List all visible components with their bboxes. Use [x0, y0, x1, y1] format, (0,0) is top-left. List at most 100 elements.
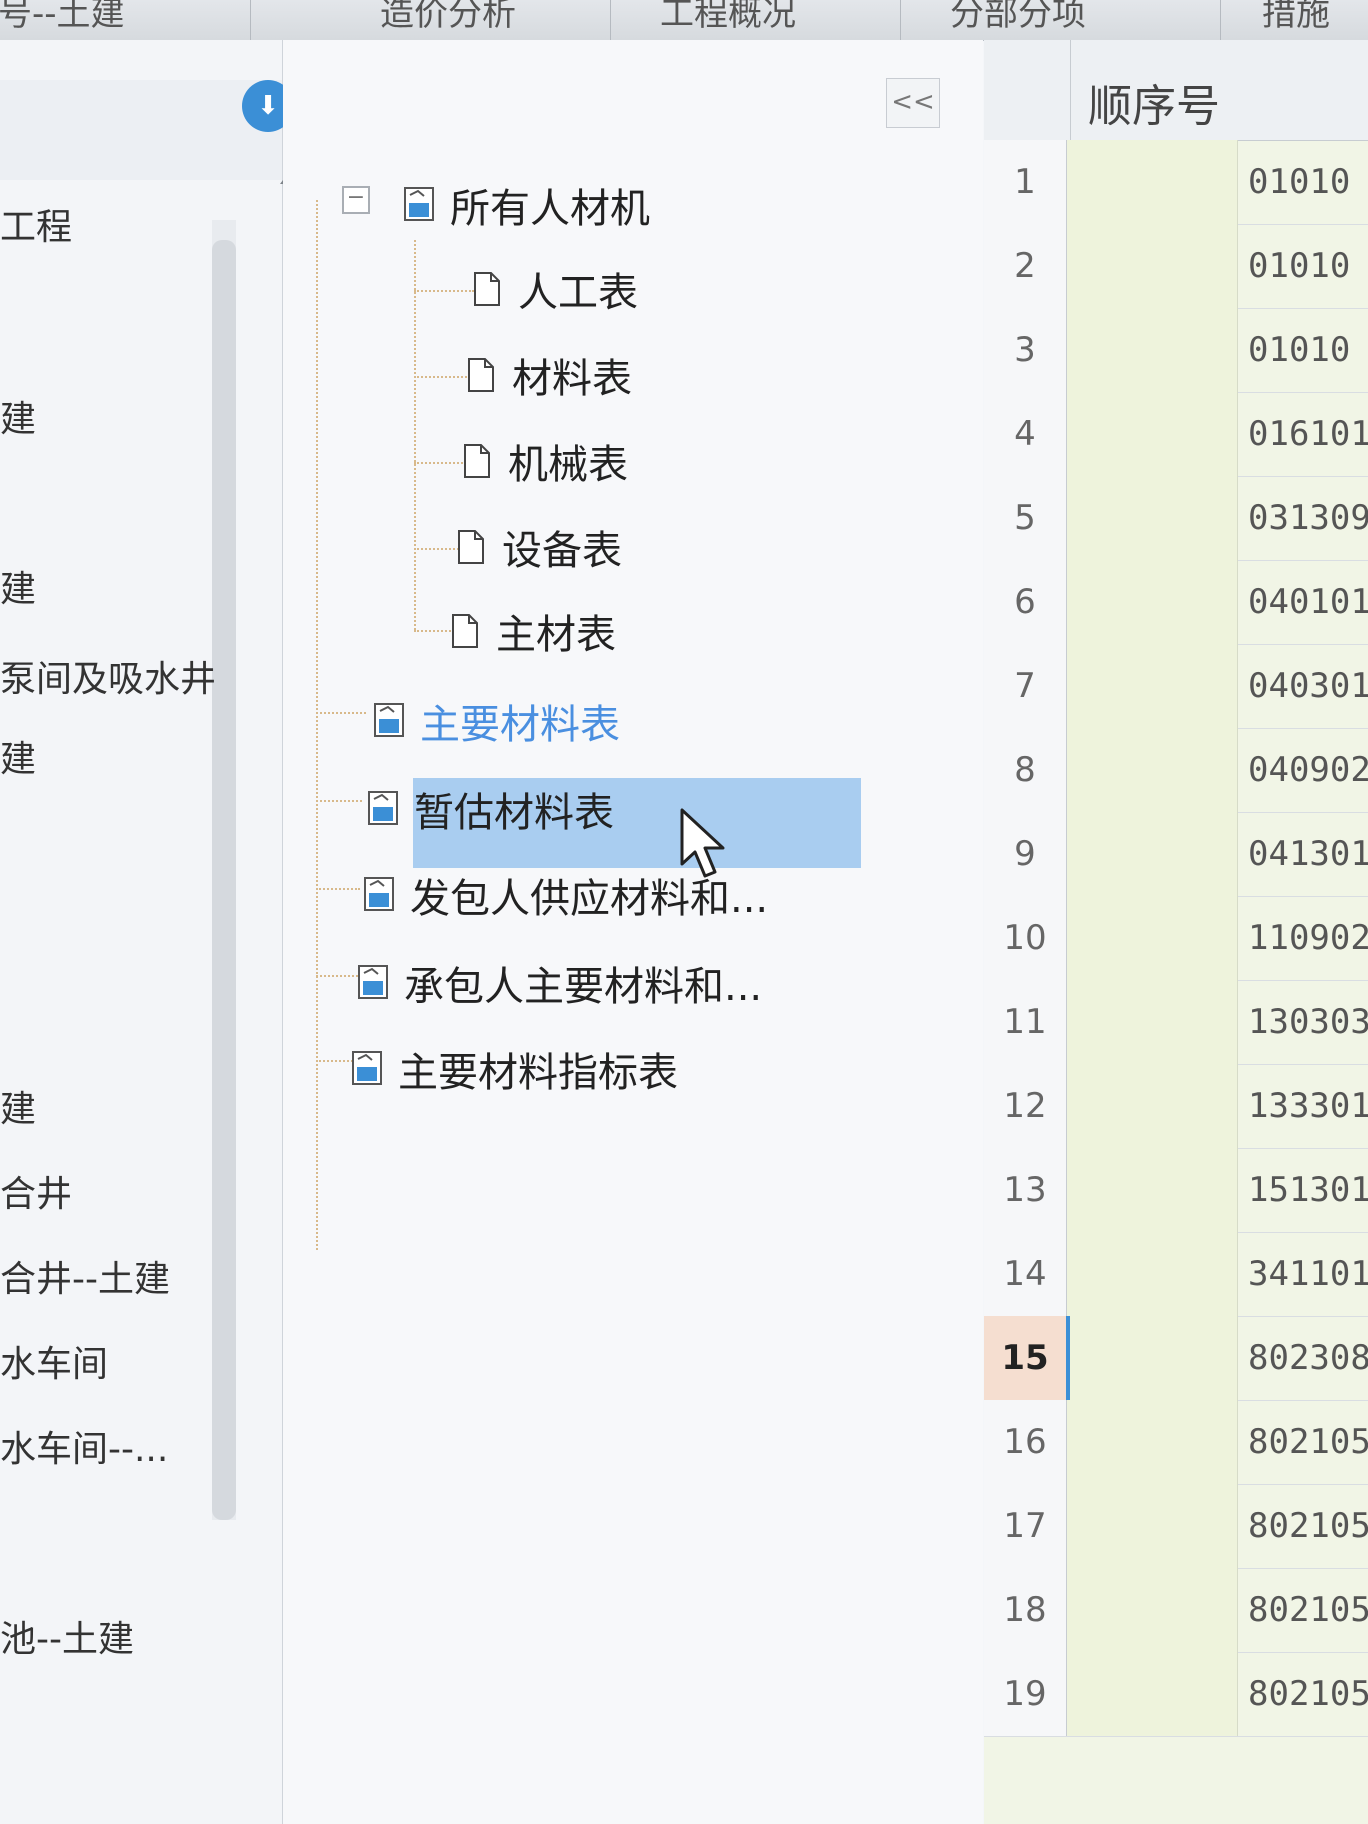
table-row[interactable]: 4 016101 — [984, 392, 1368, 477]
project-tree-item[interactable]: 合井--土建 — [0, 1250, 170, 1302]
sequence-cell[interactable] — [1067, 224, 1238, 308]
row-number-cell[interactable]: 13 — [984, 1148, 1067, 1232]
table-row[interactable]: 5 031309 — [984, 476, 1368, 561]
row-number-cell[interactable]: 2 — [984, 224, 1067, 308]
tree-node-main-material-table[interactable]: 主材表 — [452, 602, 616, 662]
row-number-cell[interactable]: 3 — [984, 308, 1067, 392]
table-row[interactable]: 13 1513013 — [984, 1148, 1368, 1233]
project-tree-item[interactable]: 水车间--... — [0, 1420, 168, 1472]
table-row[interactable]: 9 0413014 — [984, 812, 1368, 897]
table-row[interactable]: 10 1109022 — [984, 896, 1368, 981]
table-row[interactable]: 2 01010 — [984, 224, 1368, 309]
sequence-cell[interactable] — [1067, 980, 1238, 1064]
table-row[interactable]: 6 040101 — [984, 560, 1368, 645]
sequence-cell[interactable] — [1067, 1232, 1238, 1316]
sequence-cell[interactable] — [1067, 1064, 1238, 1148]
code-cell[interactable]: 1303035 — [1248, 1002, 1368, 1042]
table-row[interactable]: 8 0409021 — [984, 728, 1368, 813]
code-cell[interactable]: 80210561@1 — [1248, 1674, 1368, 1714]
code-cell[interactable]: 0409021 — [1248, 750, 1368, 790]
tree-node-machinery-table[interactable]: 机械表 — [464, 432, 628, 492]
row-number-cell[interactable]: 4 — [984, 392, 1067, 476]
project-tree-scrollbar[interactable] — [212, 240, 236, 1520]
sequence-cell[interactable] — [1067, 728, 1238, 812]
row-number-cell[interactable]: 14 — [984, 1232, 1067, 1316]
tree-node-contractor-main-materials[interactable]: 承包人主要材料和... — [358, 954, 762, 1014]
sequence-cell[interactable] — [1067, 308, 1238, 392]
code-cell[interactable]: 1513013 — [1248, 1170, 1368, 1210]
code-cell[interactable]: 040101 — [1248, 582, 1368, 622]
sequence-cell[interactable] — [1067, 1652, 1238, 1736]
sequence-cell[interactable] — [1067, 1316, 1238, 1400]
sequence-cell[interactable] — [1067, 560, 1238, 644]
collapse-toggle-icon[interactable]: − — [342, 186, 370, 214]
project-tree-item[interactable]: 合井 — [0, 1165, 72, 1217]
sequence-cell[interactable] — [1067, 1400, 1238, 1484]
sequence-cell[interactable] — [1067, 392, 1238, 476]
code-cell[interactable]: 031309 — [1248, 498, 1368, 538]
tab-project[interactable]: 号--土建 — [0, 0, 125, 34]
row-number-cell[interactable]: 16 — [984, 1400, 1067, 1484]
sequence-cell[interactable] — [1067, 812, 1238, 896]
collapse-panel-button[interactable]: << — [886, 78, 940, 128]
row-number-cell[interactable]: 10 — [984, 896, 1067, 980]
code-cell[interactable]: 80210557 — [1248, 1506, 1368, 1546]
row-number-cell[interactable]: 1 — [984, 140, 1067, 224]
row-number-cell[interactable]: 11 — [984, 980, 1067, 1064]
tree-node-labor-table[interactable]: 人工表 — [474, 260, 638, 320]
row-number-cell[interactable]: 6 — [984, 560, 1067, 644]
code-cell[interactable]: 1109022 — [1248, 918, 1368, 958]
project-tree-item[interactable]: 建 — [0, 1080, 36, 1132]
tree-node-equipment-table[interactable]: 设备表 — [458, 518, 622, 578]
tab-cost-analysis[interactable]: 造价分析 — [380, 0, 516, 34]
project-tree-item[interactable]: 建 — [0, 560, 36, 612]
table-row[interactable]: 19 80210561@1 — [984, 1652, 1368, 1737]
sequence-cell[interactable] — [1067, 1148, 1238, 1232]
table-row[interactable]: 16 80210555 — [984, 1400, 1368, 1485]
code-cell[interactable]: 016101 — [1248, 414, 1368, 454]
table-row[interactable]: 15 80230811 — [984, 1316, 1368, 1401]
project-tree-item[interactable]: 水车间 — [0, 1335, 108, 1387]
row-number-cell[interactable]: 18 — [984, 1568, 1067, 1652]
row-number-cell[interactable]: 15 — [984, 1316, 1067, 1400]
code-cell[interactable]: 80210561 — [1248, 1590, 1368, 1630]
table-row[interactable]: 18 80210561 — [984, 1568, 1368, 1653]
tree-node-all-resources[interactable]: 所有人材机 — [404, 176, 650, 236]
table-row[interactable]: 3 01010 — [984, 308, 1368, 393]
project-tree-item[interactable]: 池--土建 — [0, 1610, 134, 1662]
row-number-cell[interactable]: 19 — [984, 1652, 1067, 1736]
tree-node-provisional-material-table[interactable]: 暂估材料表 — [368, 780, 614, 840]
table-row[interactable]: 11 1303035 — [984, 980, 1368, 1065]
code-cell[interactable]: 0413014 — [1248, 834, 1368, 874]
project-tree-item[interactable]: 建 — [0, 730, 36, 782]
row-number-cell[interactable]: 8 — [984, 728, 1067, 812]
code-cell[interactable]: 1333010 — [1248, 1086, 1368, 1126]
table-row[interactable]: 1 01010 — [984, 140, 1368, 225]
column-header-sequence[interactable]: 顺序号 — [1088, 70, 1220, 134]
code-cell[interactable]: 34110117 — [1248, 1254, 1368, 1294]
table-row[interactable]: 12 1333010 — [984, 1064, 1368, 1149]
table-row[interactable]: 17 80210557 — [984, 1484, 1368, 1569]
code-cell[interactable]: 01010 — [1248, 330, 1350, 370]
tree-node-material-table[interactable]: 材料表 — [468, 346, 632, 406]
sequence-cell[interactable] — [1067, 1484, 1238, 1568]
sequence-cell[interactable] — [1067, 1568, 1238, 1652]
tree-node-material-index-table[interactable]: 主要材料指标表 — [352, 1040, 678, 1100]
tab-measures[interactable]: 措施 — [1262, 0, 1330, 34]
project-tree-item[interactable]: 泵间及吸水井 — [0, 650, 216, 702]
code-cell[interactable]: 01010 — [1248, 162, 1350, 202]
sequence-cell[interactable] — [1067, 896, 1238, 980]
project-tree-item[interactable]: 工程 — [0, 198, 72, 250]
project-tree-item[interactable]: 建 — [0, 390, 36, 442]
tab-project-overview[interactable]: 工程概况 — [660, 0, 796, 34]
table-row[interactable]: 7 0403014 — [984, 644, 1368, 729]
sequence-cell[interactable] — [1067, 476, 1238, 560]
code-cell[interactable]: 80230811 — [1248, 1338, 1368, 1378]
code-cell[interactable]: 80210555 — [1248, 1422, 1368, 1462]
sequence-cell[interactable] — [1067, 140, 1238, 224]
row-number-cell[interactable]: 17 — [984, 1484, 1067, 1568]
tab-sub-items[interactable]: 分部分项 — [950, 0, 1086, 34]
table-row[interactable]: 14 34110117 — [984, 1232, 1368, 1317]
sequence-cell[interactable] — [1067, 644, 1238, 728]
row-number-cell[interactable]: 7 — [984, 644, 1067, 728]
